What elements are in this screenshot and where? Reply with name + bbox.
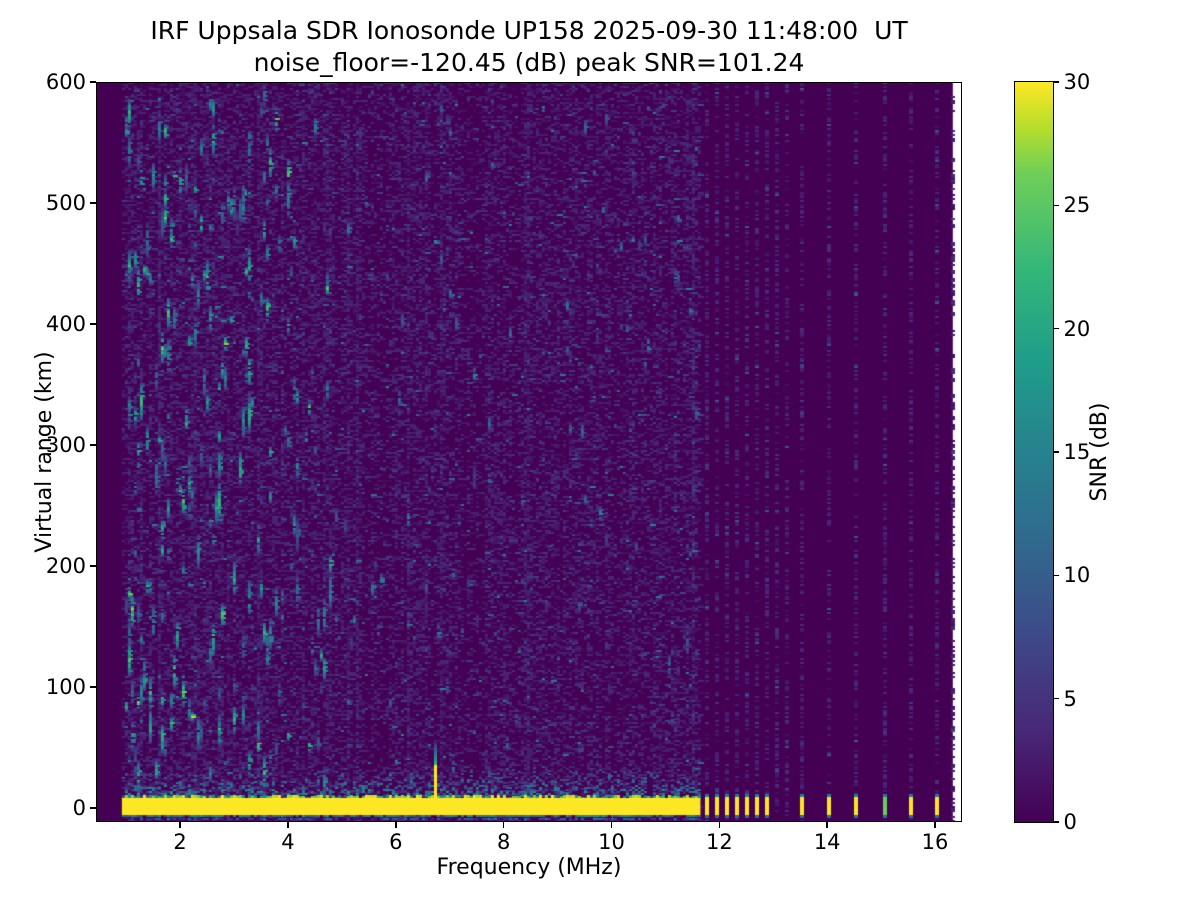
colorbar — [1014, 80, 1054, 823]
x-tick-label: 6 — [389, 830, 403, 854]
x-tick-label: 8 — [496, 830, 511, 854]
x-tick-label: 10 — [598, 830, 625, 854]
plot-title-line1: IRF Uppsala SDR Ionosonde UP158 2025-09-… — [150, 16, 908, 45]
x-tick-label: 2 — [173, 830, 187, 854]
colorbar-tick-label: 25 — [1063, 193, 1091, 218]
x-tick — [179, 822, 181, 828]
y-tick-label: 0 — [72, 795, 86, 820]
colorbar-tick — [1053, 327, 1059, 330]
x-tick-label: 16 — [921, 830, 949, 854]
y-tick — [90, 444, 96, 446]
x-axis-label: Frequency (MHz) — [436, 855, 622, 880]
colorbar-tick-label: 15 — [1063, 440, 1091, 464]
x-tick-label: 4 — [281, 830, 295, 854]
y-tick — [90, 81, 96, 83]
colorbar-tick-label: 20 — [1063, 316, 1091, 341]
x-tick — [934, 822, 936, 828]
y-tick-label: 200 — [45, 553, 86, 578]
x-tick — [287, 822, 289, 828]
y-tick — [90, 565, 96, 567]
y-tick — [90, 323, 96, 325]
y-tick-label: 600 — [45, 70, 86, 94]
colorbar-tick-label: 0 — [1063, 810, 1077, 834]
colorbar-gradient — [1015, 81, 1053, 822]
x-tick — [718, 822, 721, 828]
x-tick — [395, 822, 397, 828]
colorbar-tick — [1053, 451, 1059, 453]
colorbar-tick-label: 10 — [1063, 563, 1091, 588]
ionogram-heatmap — [96, 82, 962, 822]
y-tick-label: 400 — [45, 311, 86, 336]
colorbar-tick — [1053, 821, 1059, 823]
ionogram-figure: IRF Uppsala SDR Ionosonde UP158 2025-09-… — [0, 0, 1200, 900]
x-tick — [610, 822, 613, 828]
y-tick — [90, 686, 96, 688]
x-tick-label: 14 — [813, 830, 841, 854]
y-tick — [90, 202, 96, 204]
colorbar-tick — [1053, 204, 1059, 207]
y-tick-label: 500 — [45, 190, 86, 215]
x-tick — [826, 822, 828, 828]
x-tick-label: 12 — [705, 830, 733, 854]
colorbar-tick — [1053, 81, 1059, 83]
x-tick — [502, 822, 505, 828]
y-tick-label: 100 — [45, 674, 86, 699]
y-tick-label: 300 — [45, 432, 86, 457]
colorbar-label: SNR (dB) — [1087, 402, 1112, 502]
plot-title-line2: noise_floor=-120.45 (dB) peak SNR=101.24 — [253, 48, 805, 77]
colorbar-tick — [1053, 697, 1059, 700]
y-tick — [90, 807, 96, 809]
colorbar-tick-label: 5 — [1063, 686, 1077, 711]
colorbar-tick-label: 30 — [1063, 70, 1091, 94]
colorbar-tick — [1053, 574, 1059, 577]
